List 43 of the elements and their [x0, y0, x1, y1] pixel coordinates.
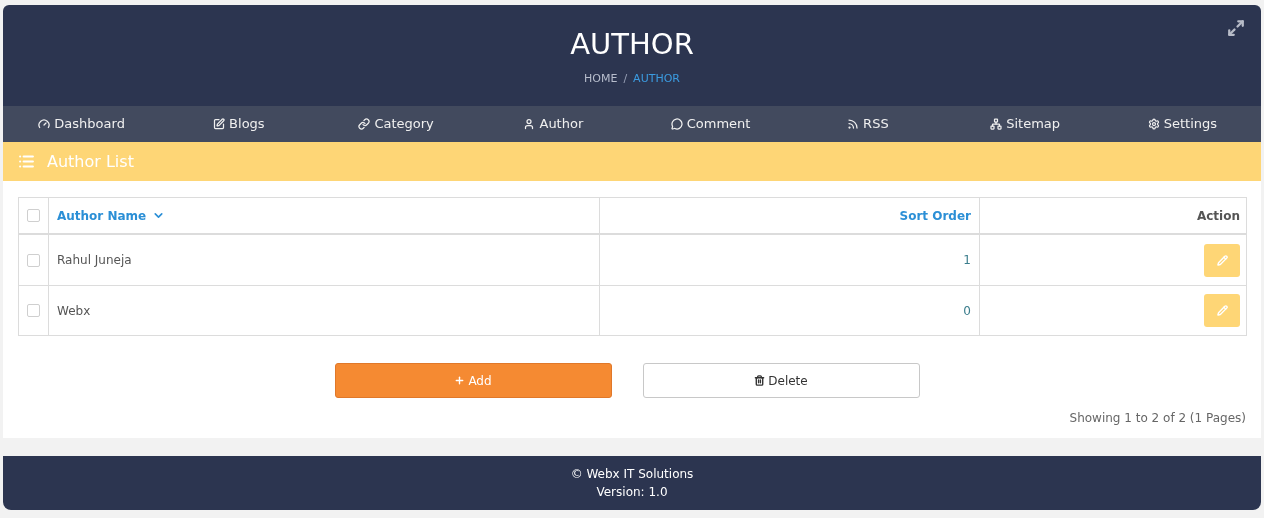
nav-item[interactable]: Comment	[632, 114, 790, 134]
pencil-icon	[1216, 305, 1228, 316]
nav-item[interactable]: Author	[474, 114, 632, 134]
pencil-icon	[1216, 254, 1228, 266]
breadcrumb-link[interactable]: AUTHOR	[633, 71, 680, 88]
breadcrumb-separator: /	[623, 71, 628, 87]
panel-title: Author List	[47, 150, 134, 173]
checkbox[interactable]	[27, 253, 40, 267]
pen-square-icon	[213, 118, 226, 130]
user-icon	[523, 118, 536, 130]
breadcrumb-link[interactable]: HOME	[584, 71, 618, 88]
rss-icon	[847, 118, 860, 130]
edit-button[interactable]	[1204, 243, 1240, 277]
pagination-info: Showing 1 to 2 of 2 (1 Pages)	[1069, 410, 1246, 427]
nav-item[interactable]: Blogs	[160, 114, 318, 134]
version-text: Version: 1.0	[596, 484, 668, 501]
nav-item[interactable]: Settings	[1103, 114, 1261, 134]
sitemap-icon	[990, 118, 1003, 130]
plus-icon	[454, 375, 466, 386]
column-header[interactable]: Sort Order	[899, 206, 971, 225]
column-header: Action	[1196, 207, 1240, 225]
column-header[interactable]: Author Name	[57, 206, 147, 225]
nav-item[interactable]: Sitemap	[946, 114, 1104, 134]
trash-icon	[754, 375, 766, 386]
edit-button[interactable]	[1204, 294, 1240, 327]
page-title: AUTHOR	[570, 27, 694, 61]
fullscreen-icon[interactable]	[1227, 19, 1245, 37]
copyright-text: © Webx IT Solutions	[570, 466, 694, 483]
table-cell-text: 0	[963, 302, 971, 320]
table-cell-text: Rahul Juneja	[57, 252, 132, 269]
checkbox[interactable]	[27, 304, 40, 317]
table-cell-text: 1	[963, 252, 971, 269]
settings-icon	[1147, 118, 1160, 130]
list-icon	[18, 153, 35, 170]
nav-item[interactable]: RSS	[789, 114, 947, 134]
nav-item[interactable]: Dashboard	[3, 114, 161, 134]
link-icon	[358, 118, 371, 130]
gauge-icon	[38, 118, 51, 130]
table-cell-text: Webx	[57, 302, 91, 320]
delete-button[interactable]: Delete	[642, 363, 920, 398]
speech-bubble-icon	[670, 118, 683, 130]
checkbox[interactable]	[27, 209, 40, 222]
nav-item[interactable]: Category	[317, 114, 475, 134]
